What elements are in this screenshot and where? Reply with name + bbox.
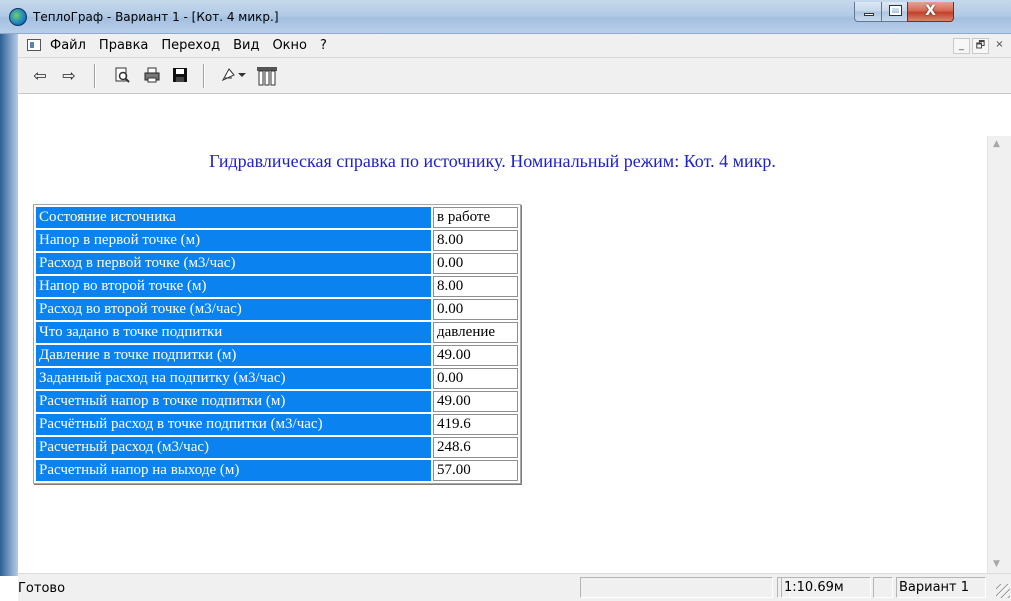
row-label: Напор во второй точке (м) <box>36 276 431 297</box>
window-title: ТеплоГраф - Вариант 1 - [Кот. 4 микр.] <box>33 10 279 24</box>
close-icon: X <box>925 3 936 19</box>
table-row: Давление в точке подпитки (м) 49.00 <box>36 345 518 366</box>
table-row: Состояние источника в работе <box>36 207 518 228</box>
resize-grip-icon[interactable] <box>996 584 1010 598</box>
hydraulic-info-table: Состояние источника в работе Напор в перво… <box>33 204 521 484</box>
status-variant: Вариант 1 <box>896 577 986 598</box>
window-left-frame <box>0 34 18 576</box>
row-value: 49.00 <box>433 391 518 412</box>
row-value: 8.00 <box>433 276 518 297</box>
row-value: 248.6 <box>433 437 518 458</box>
report-heading: Гидравлическая справка по источнику. Ном… <box>209 151 776 171</box>
toolbar-separator <box>94 64 96 88</box>
table-row: Расчетный расход (м3/час) 248.6 <box>36 437 518 458</box>
document-system-menu-icon[interactable] <box>27 39 41 51</box>
menu-edit[interactable]: Правка <box>98 38 149 53</box>
row-value: 57.00 <box>433 460 518 481</box>
table-row: Расчетный напор на выходе (м) 57.00 <box>36 460 518 481</box>
status-pane-empty <box>873 577 893 598</box>
row-label: Расчетный напор в точке подпитки (м) <box>36 391 431 412</box>
row-value: давление <box>433 322 518 343</box>
table-row: Расход в первой точке (м3/час) 0.00 <box>36 253 518 274</box>
row-value: в работе <box>433 207 518 228</box>
table-row: Напор в первой точке (м) 8.00 <box>36 230 518 251</box>
row-label: Заданный расход на подпитку (м3/час) <box>36 368 431 389</box>
row-label: Расчетный напор на выходе (м) <box>36 460 431 481</box>
menu-view[interactable]: Вид <box>232 38 260 53</box>
table-row: Напор во второй точке (м) 8.00 <box>36 276 518 297</box>
status-pane-empty <box>580 577 773 598</box>
menu-goto[interactable]: Переход <box>160 38 221 53</box>
row-value: 419.6 <box>433 414 518 435</box>
row-label: Напор в первой точке (м) <box>36 230 431 251</box>
print-icon[interactable] <box>142 66 162 86</box>
table-row: Расчетный напор в точке подпитки (м) 49.0… <box>36 391 518 412</box>
mdi-close-button[interactable]: × <box>991 38 1008 54</box>
menu-items: Файл Правка Переход Вид Окно ? <box>49 38 328 53</box>
row-label: Расчетный расход (м3/час) <box>36 437 431 458</box>
table-row: Расчётный расход в точке подпитки (м3/ча… <box>36 414 518 435</box>
row-value: 0.00 <box>433 368 518 389</box>
row-value: 0.00 <box>433 299 518 320</box>
row-label: Расчётный расход в точке подпитки (м3/ча… <box>36 414 431 435</box>
row-value: 8.00 <box>433 230 518 251</box>
scroll-up-icon[interactable]: ▲ <box>988 136 1005 153</box>
row-label: Расход во второй точке (м3/час) <box>36 299 431 320</box>
maximize-icon <box>889 5 902 16</box>
vertical-scrollbar[interactable]: ▲ ▼ <box>987 136 1004 573</box>
table-row: Расход во второй точке (м3/час) 0.00 <box>36 299 518 320</box>
menu-file[interactable]: Файл <box>49 38 87 53</box>
close-button[interactable]: X <box>907 2 954 22</box>
menu-bar: Файл Правка Переход Вид Окно ? _ 🗗 × <box>18 34 1011 58</box>
app-globe-icon[interactable] <box>9 8 27 26</box>
paint-tools-icon[interactable] <box>220 66 248 86</box>
row-label: Что задано в точке подпитки <box>36 322 431 343</box>
status-bar: Готово 1:10.69м Вариант 1 <box>18 573 1011 601</box>
menu-window[interactable]: Окно <box>271 38 308 53</box>
tools-icon[interactable] <box>255 66 279 86</box>
mdi-restore-button[interactable]: 🗗 <box>972 38 989 54</box>
row-value: 49.00 <box>433 345 518 366</box>
minimize-button[interactable] <box>854 2 882 22</box>
title-bar[interactable]: ТеплоГраф - Вариант 1 - [Кот. 4 микр.] X <box>0 0 1011 34</box>
row-label: Расход в первой точке (м3/час) <box>36 253 431 274</box>
table-row: Что задано в точке подпитки давление <box>36 322 518 343</box>
table-row: Заданный расход на подпитку (м3/час) 0.00 <box>36 368 518 389</box>
row-label: Состояние источника <box>36 207 431 228</box>
scroll-down-icon[interactable]: ▼ <box>988 556 1005 573</box>
window-right-frame <box>1004 136 1011 573</box>
minimize-icon <box>864 13 874 16</box>
mdi-minimize-button[interactable]: _ <box>953 38 970 54</box>
save-icon[interactable] <box>170 66 190 86</box>
status-ready-text: Готово <box>18 581 66 596</box>
print-preview-icon[interactable] <box>112 66 132 86</box>
toolbar: ⇦ ⇨ <box>18 58 1011 94</box>
row-value: 0.00 <box>433 253 518 274</box>
menu-help[interactable]: ? <box>319 38 328 53</box>
row-label: Давление в точке подпитки (м) <box>36 345 431 366</box>
back-arrow-icon[interactable]: ⇦ <box>30 66 50 86</box>
toolbar-separator <box>203 64 205 88</box>
forward-arrow-icon[interactable]: ⇨ <box>59 66 79 86</box>
status-scale: 1:10.69м <box>781 577 871 598</box>
maximize-button[interactable] <box>881 2 908 22</box>
